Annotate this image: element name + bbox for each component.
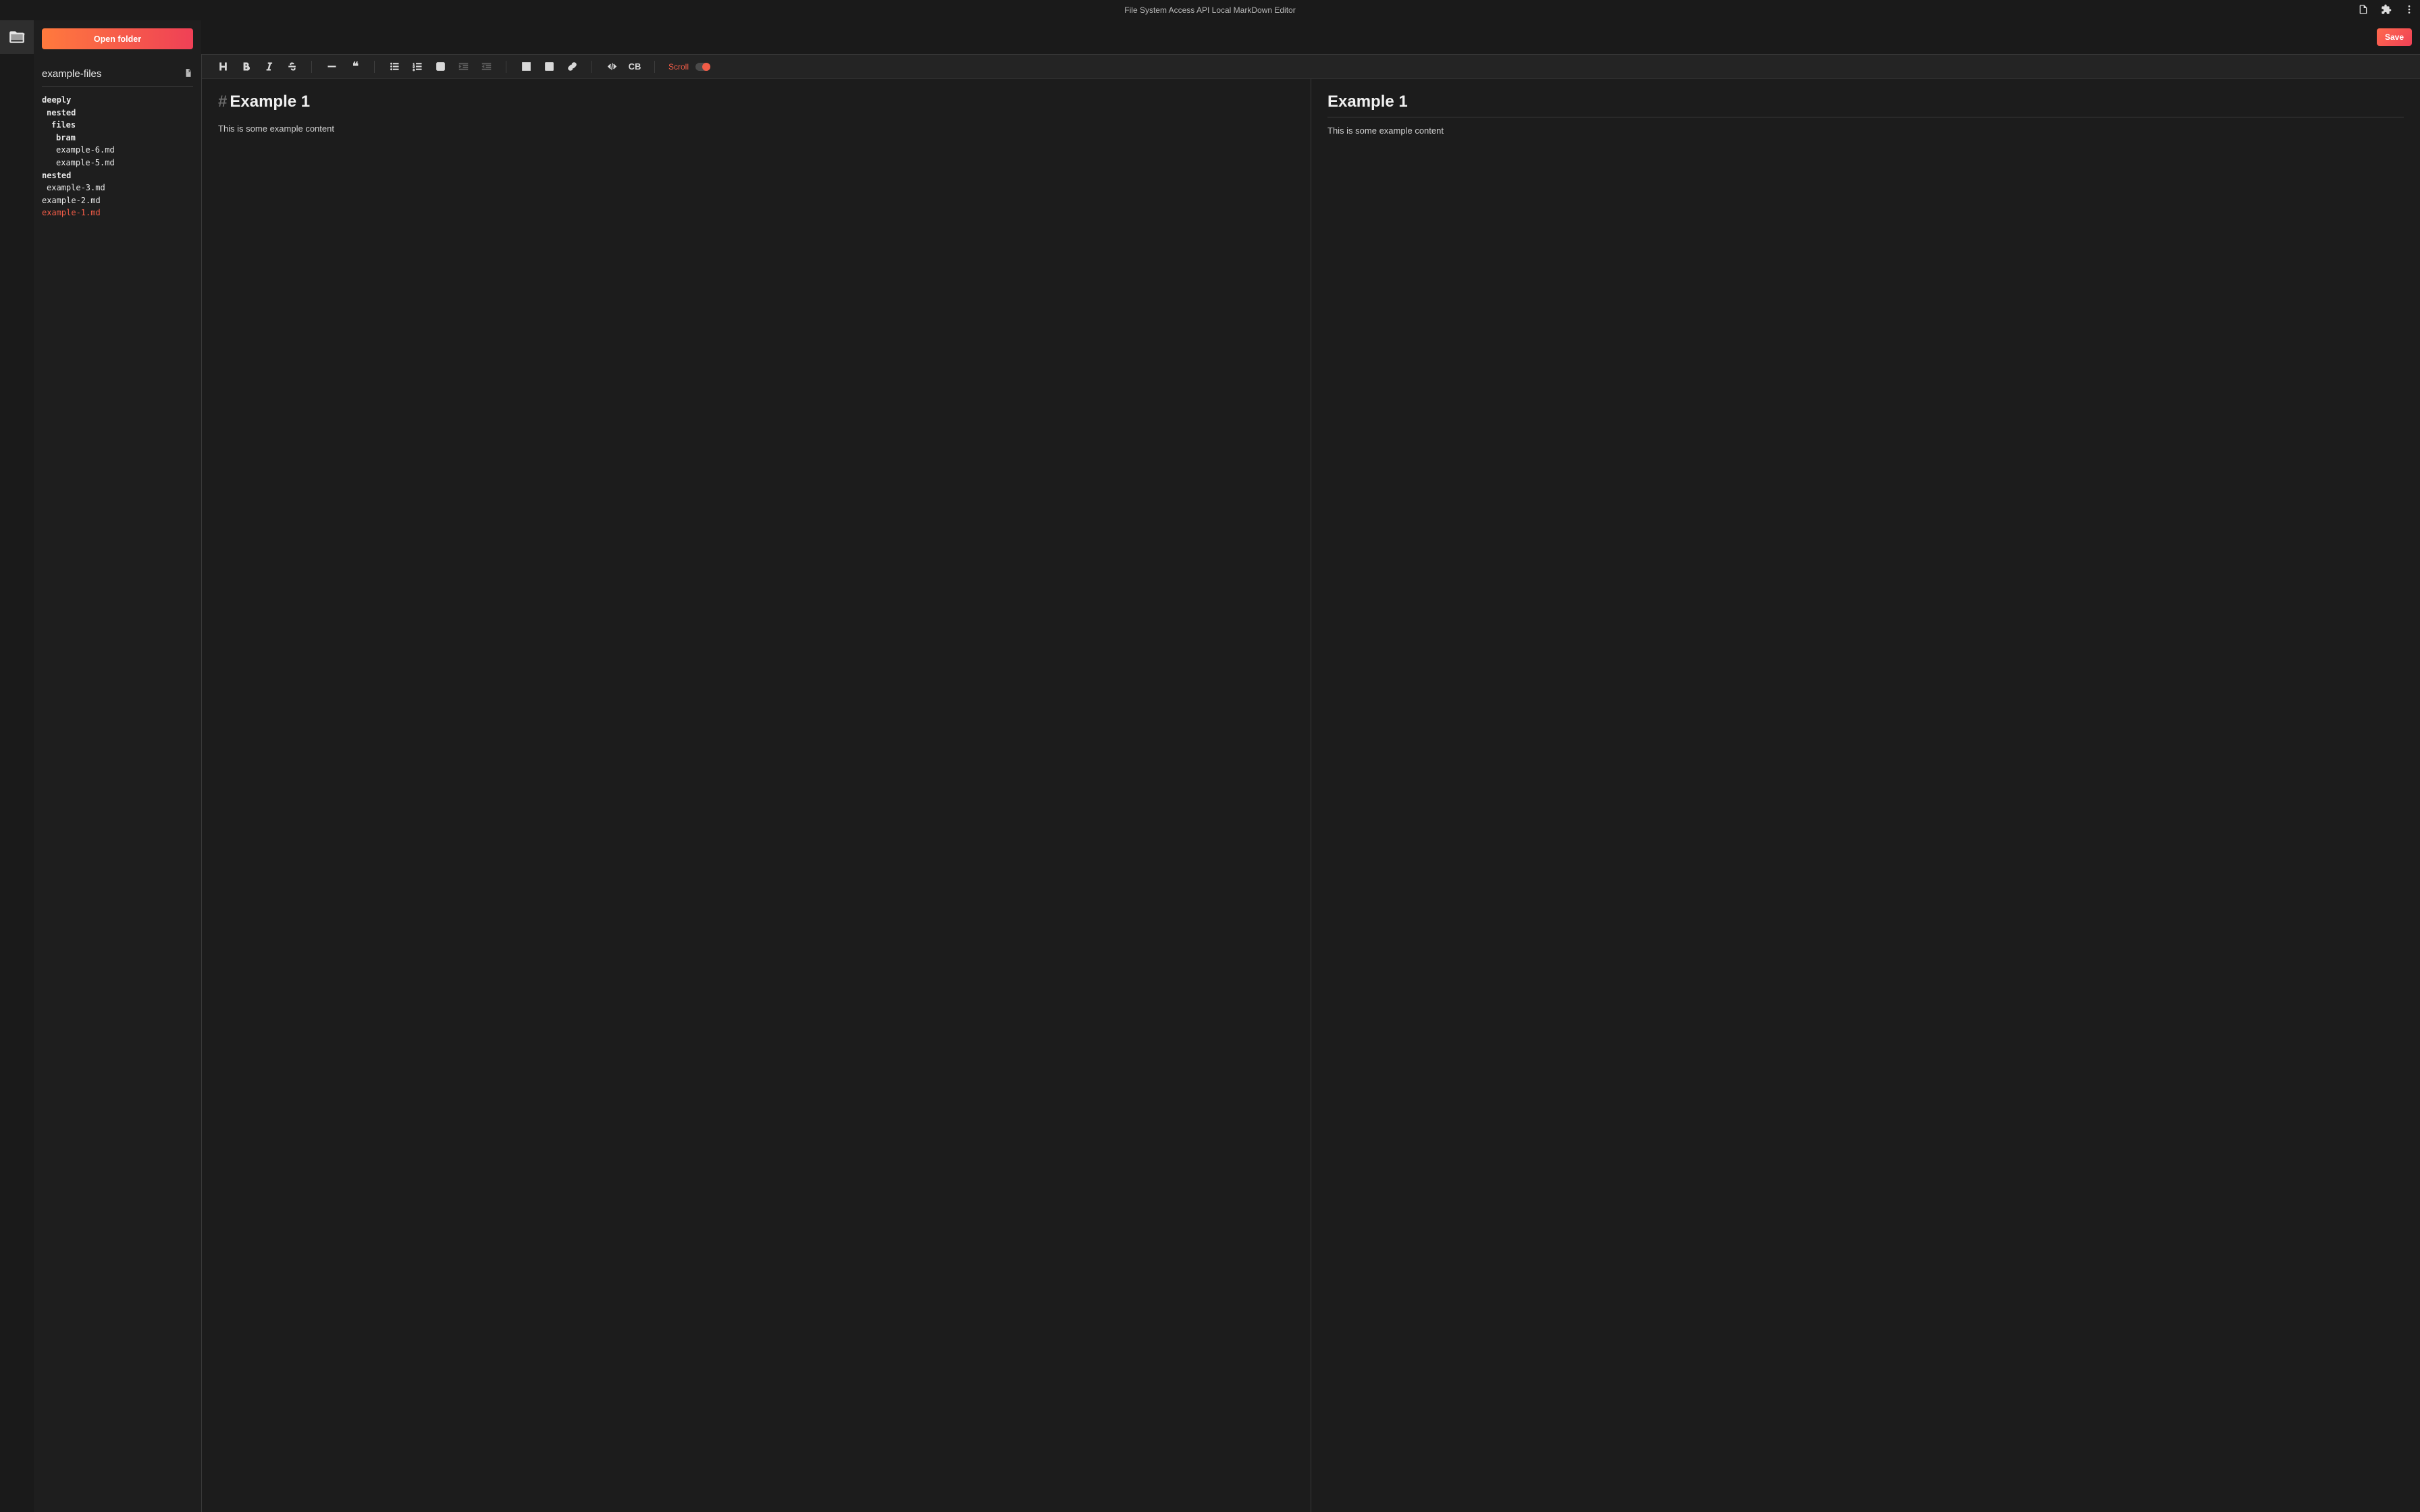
- editor-toolbar: ❝ 123 CB Scroll: [202, 55, 2420, 79]
- preview-body: This is some example content: [1327, 126, 2404, 136]
- sidebar: Open folder example-files deeplynestedfi…: [34, 20, 201, 1512]
- hr-tool[interactable]: [321, 57, 342, 76]
- quote-tool[interactable]: ❝: [344, 57, 365, 76]
- tree-file[interactable]: example-5.md: [42, 157, 193, 169]
- save-button[interactable]: Save: [2377, 28, 2412, 46]
- italic-tool[interactable]: [259, 57, 279, 76]
- scroll-sync-toggle[interactable]: [695, 63, 710, 71]
- md-body-src: This is some example content: [218, 124, 1294, 134]
- folder-name: example-files: [42, 68, 101, 80]
- window-title: File System Access API Local MarkDown Ed…: [1124, 5, 1295, 15]
- extension-icon[interactable]: [2381, 4, 2392, 17]
- page-icon[interactable]: [2358, 4, 2369, 17]
- md-title-src: Example 1: [230, 92, 310, 111]
- bold-tool[interactable]: [236, 57, 256, 76]
- tree-file[interactable]: example-1.md: [42, 207, 193, 219]
- outdent-tool: [476, 57, 496, 76]
- activity-rail: [0, 20, 34, 1512]
- tree-folder[interactable]: nested: [42, 169, 193, 182]
- indent-tool: [453, 57, 473, 76]
- markdown-preview-pane: Example 1 This is some example content: [1311, 79, 2420, 1512]
- tree-folder[interactable]: files: [42, 119, 193, 132]
- tree-file[interactable]: example-2.md: [42, 194, 193, 207]
- strike-tool[interactable]: [282, 57, 302, 76]
- md-hash: #: [218, 92, 227, 111]
- heading-tool[interactable]: [213, 57, 233, 76]
- codeblock-tool[interactable]: CB: [625, 57, 645, 76]
- open-folder-icon[interactable]: [0, 20, 34, 54]
- table-tool[interactable]: [516, 57, 536, 76]
- ol-tool[interactable]: 123: [407, 57, 427, 76]
- ul-tool[interactable]: [384, 57, 404, 76]
- more-icon[interactable]: [2404, 4, 2415, 17]
- image-tool[interactable]: [539, 57, 559, 76]
- tree-file[interactable]: example-3.md: [42, 182, 193, 194]
- file-tree: deeplynestedfilesbramexample-6.mdexample…: [34, 87, 201, 226]
- svg-text:3: 3: [413, 68, 415, 72]
- tree-folder[interactable]: deeply: [42, 94, 193, 107]
- markdown-source-pane[interactable]: #Example 1 This is some example content: [202, 79, 1311, 1512]
- tree-folder[interactable]: nested: [42, 107, 193, 119]
- link-tool[interactable]: [562, 57, 582, 76]
- new-file-icon[interactable]: [184, 68, 193, 80]
- code-tool[interactable]: [602, 57, 622, 76]
- task-tool[interactable]: [430, 57, 450, 76]
- tree-file[interactable]: example-6.md: [42, 144, 193, 157]
- title-bar: File System Access API Local MarkDown Ed…: [0, 0, 2420, 20]
- preview-title: Example 1: [1327, 92, 2404, 117]
- open-folder-button[interactable]: Open folder: [42, 28, 193, 49]
- scroll-sync-label: Scroll: [668, 62, 689, 72]
- tree-folder[interactable]: bram: [42, 132, 193, 144]
